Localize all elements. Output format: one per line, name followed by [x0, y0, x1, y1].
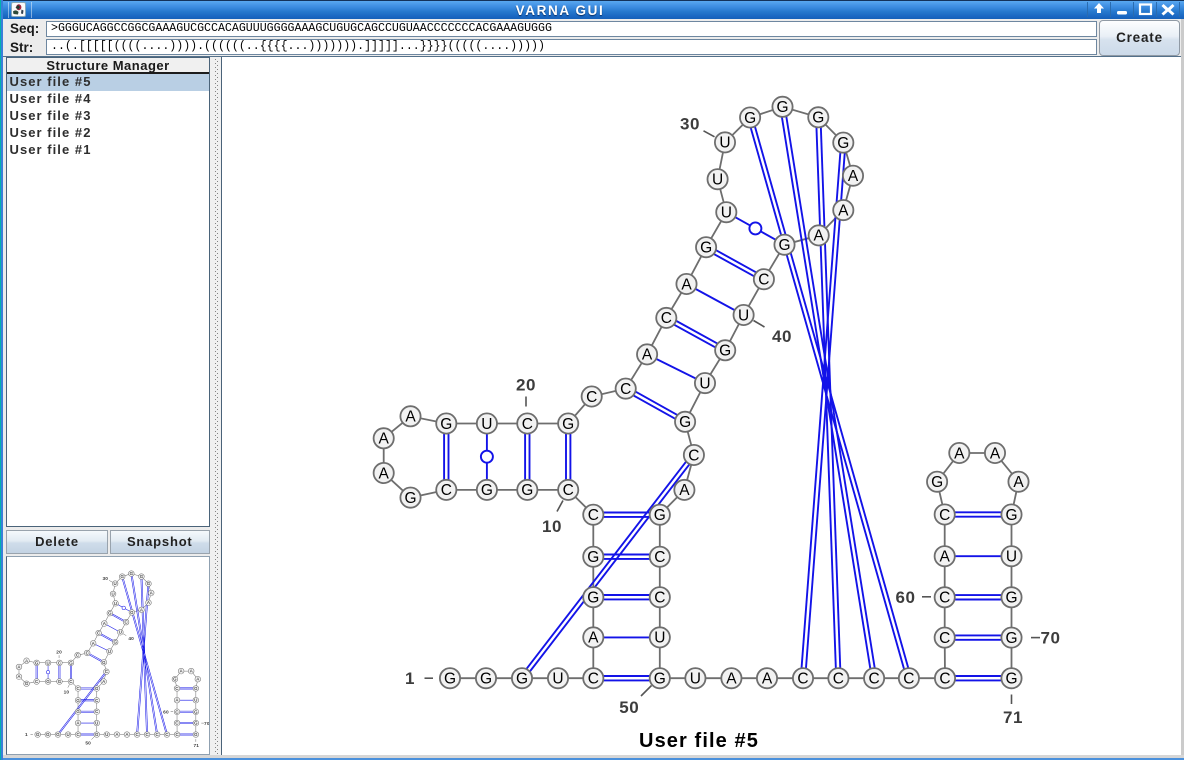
svg-text:A: A [954, 445, 965, 462]
svg-text:C: C [868, 671, 879, 688]
svg-text:G: G [404, 490, 416, 507]
svg-text:A: A [679, 482, 690, 499]
svg-text:C: C [939, 590, 950, 607]
svg-text:C: C [903, 671, 914, 688]
svg-text:G: G [679, 414, 691, 431]
svg-text:G: G [778, 237, 790, 254]
svg-text:U: U [481, 416, 492, 433]
svg-text:C: C [588, 507, 599, 524]
svg-text:User file #5: User file #5 [639, 730, 759, 752]
svg-text:C: C [586, 389, 597, 406]
svg-text:C: C [661, 310, 672, 327]
svg-text:A: A [762, 671, 773, 688]
svg-text:60: 60 [896, 588, 916, 607]
svg-text:G: G [444, 671, 456, 688]
svg-text:A: A [1013, 474, 1024, 491]
svg-text:G: G [837, 135, 849, 152]
svg-text:A: A [990, 445, 1001, 462]
svg-text:A: A [588, 630, 599, 647]
svg-text:G: G [654, 671, 666, 688]
svg-text:A: A [379, 465, 390, 482]
svg-text:G: G [1005, 671, 1017, 688]
svg-text:C: C [522, 416, 533, 433]
svg-text:U: U [712, 172, 723, 189]
svg-text:30: 30 [680, 114, 700, 133]
svg-text:50: 50 [619, 698, 639, 717]
svg-text:C: C [758, 272, 769, 289]
svg-text:G: G [562, 416, 574, 433]
svg-text:A: A [726, 671, 737, 688]
svg-text:G: G [931, 474, 943, 491]
svg-text:G: G [744, 110, 756, 127]
svg-text:G: G [481, 482, 493, 499]
svg-text:G: G [776, 99, 788, 116]
svg-text:C: C [654, 590, 665, 607]
svg-text:C: C [797, 671, 808, 688]
svg-text:C: C [654, 549, 665, 566]
svg-text:A: A [405, 409, 416, 426]
svg-text:A: A [681, 276, 692, 293]
svg-text:G: G [516, 671, 528, 688]
svg-text:G: G [719, 343, 731, 360]
svg-text:U: U [1006, 549, 1017, 566]
svg-text:G: G [654, 507, 666, 524]
svg-text:70: 70 [1041, 629, 1061, 648]
svg-text:G: G [812, 110, 824, 127]
svg-text:C: C [939, 630, 950, 647]
svg-text:20: 20 [516, 375, 536, 394]
svg-text:A: A [940, 549, 951, 566]
svg-text:71: 71 [1003, 708, 1023, 727]
svg-text:U: U [738, 307, 749, 324]
svg-text:G: G [587, 590, 599, 607]
svg-text:U: U [699, 375, 710, 392]
svg-text:A: A [642, 347, 653, 364]
svg-text:G: G [480, 671, 492, 688]
svg-text:G: G [1005, 590, 1017, 607]
svg-text:A: A [814, 228, 825, 245]
svg-text:40: 40 [772, 327, 792, 346]
svg-text:U: U [690, 671, 701, 688]
svg-text:C: C [939, 507, 950, 524]
svg-text:A: A [848, 168, 859, 185]
svg-text:C: C [688, 447, 699, 464]
svg-text:C: C [833, 671, 844, 688]
svg-text:C: C [441, 482, 452, 499]
svg-text:U: U [721, 205, 732, 222]
svg-text:G: G [700, 240, 712, 257]
svg-text:C: C [939, 671, 950, 688]
svg-text:G: G [521, 482, 533, 499]
svg-text:A: A [379, 431, 390, 448]
svg-text:1: 1 [405, 669, 415, 688]
svg-text:U: U [719, 135, 730, 152]
svg-text:C: C [563, 482, 574, 499]
svg-text:A: A [838, 202, 849, 219]
svg-text:G: G [1005, 630, 1017, 647]
svg-text:G: G [440, 416, 452, 433]
svg-text:U: U [552, 671, 563, 688]
svg-text:C: C [588, 671, 599, 688]
svg-text:10: 10 [542, 517, 562, 536]
svg-text:C: C [620, 381, 631, 398]
svg-text:U: U [654, 630, 665, 647]
svg-text:G: G [587, 549, 599, 566]
svg-text:G: G [1005, 507, 1017, 524]
